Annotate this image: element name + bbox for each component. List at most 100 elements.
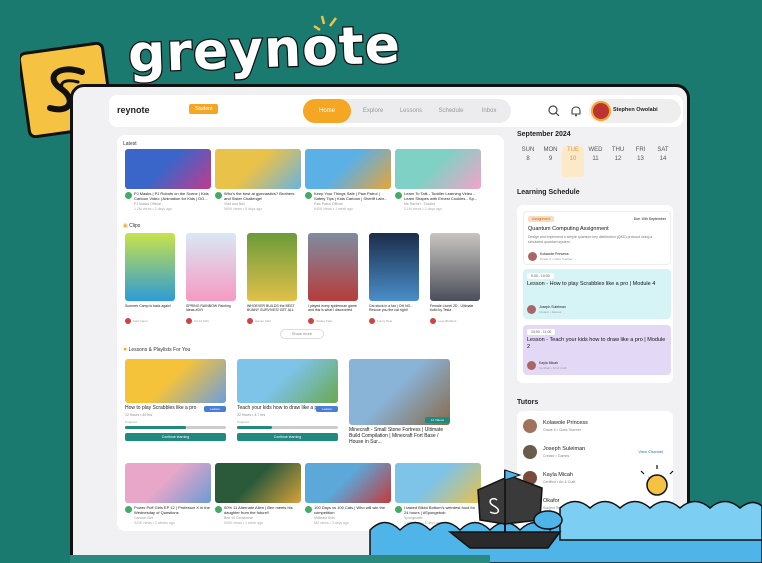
app-window: reynote Student Home Explore Lessons Sch… xyxy=(70,84,690,563)
calendar-day[interactable]: SUN 8 xyxy=(517,147,539,162)
tutor-name[interactable]: Kolawole Princess xyxy=(543,420,588,426)
clip-card[interactable]: I played every spiderman game and this i… xyxy=(308,233,358,330)
lesson-card[interactable]: Minecraft - Small Stone Fortress | Ultim… xyxy=(349,359,450,445)
schedule-title[interactable]: Lesson - How to play Scrabbles like a pr… xyxy=(527,281,667,288)
clip-card[interactable]: Cat stuck in a fan | OH NO - Rescue you … xyxy=(369,233,419,330)
channel-name[interactable]: PJ Masks Official xyxy=(134,202,161,206)
channel-name[interactable]: Ms Rachel - Toddler xyxy=(404,202,435,206)
clip-card[interactable]: WHOEVER BUILDS the BEST BUNNY SURVIVES! … xyxy=(247,233,297,330)
video-title[interactable]: I tasted Bikini Bottom's weirdest food f… xyxy=(404,505,480,515)
clip-card[interactable]: Female Lionel 2D - Ultimate build by Tes… xyxy=(430,233,480,330)
video-card[interactable]: I tasted Bikini Bottom's weirdest food f… xyxy=(395,463,481,525)
user-menu[interactable]: Stephen Owolabi xyxy=(589,99,681,123)
tutor-item[interactable]: Joseph Suleiman Creator • Games View Chann… xyxy=(523,443,671,465)
tutor-item[interactable]: Kayla Micah Certified • Art & Craft View C… xyxy=(523,469,671,491)
clip-title[interactable]: I played every spiderman game and this i… xyxy=(308,304,358,312)
clip-thumbnail[interactable] xyxy=(430,233,480,301)
video-thumbnail[interactable] xyxy=(395,463,481,503)
channel-name[interactable]: Funny Pets xyxy=(377,319,392,323)
video-card[interactable]: Power Puff Girls EP 12 | Professor X in … xyxy=(125,463,211,525)
channel-name[interactable]: Spidey Fans xyxy=(316,319,333,323)
video-title[interactable]: Power Puff Girls EP 12 | Professor X in … xyxy=(134,505,210,515)
schedule-item[interactable]: 9:00 - 10:00 Lesson - How to play Scrabbl… xyxy=(523,269,671,319)
schedule-item[interactable]: Assignment Due 10th September Quantum Comp… xyxy=(523,211,671,265)
nav-lessons[interactable]: Lessons xyxy=(393,99,429,123)
schedule-title[interactable]: Lesson - Teach your kids how to draw lik… xyxy=(527,337,667,351)
channel-name[interactable]: Gamer Kids xyxy=(255,319,271,323)
lesson-title[interactable]: Minecraft - Small Stone Fortress | Ultim… xyxy=(349,427,450,445)
clip-card[interactable]: Summer Camp is back again! Kids Camp xyxy=(125,233,175,330)
channel-name[interactable]: Kids Camp xyxy=(133,319,148,323)
video-title[interactable]: PJ Masks | PJ Robots on the Scene | Kids… xyxy=(134,191,210,201)
video-card[interactable]: Learn To Talk - Toddler Learning Video -… xyxy=(395,149,481,211)
tutor-name[interactable]: Kayla Micah xyxy=(543,472,573,478)
lesson-card[interactable]: How to play Scrabbles like a pro Lesson 12… xyxy=(125,359,226,441)
nav-inbox[interactable]: Inbox xyxy=(471,99,507,123)
video-title[interactable]: Keep Your Things Safe | Paw Patrol | Saf… xyxy=(314,191,390,201)
video-thumbnail[interactable] xyxy=(305,149,391,189)
lesson-thumbnail[interactable] xyxy=(237,359,338,403)
video-thumbnail[interactable] xyxy=(215,149,301,189)
channel-name[interactable]: Art for Kids xyxy=(194,319,209,323)
clip-title[interactable]: WHOEVER BUILDS the BEST BUNNY SURVIVES! … xyxy=(247,304,297,312)
clip-thumbnail[interactable] xyxy=(186,233,236,301)
video-thumbnail[interactable] xyxy=(305,463,391,503)
lesson-card[interactable]: Teach your kids how to draw like a pro Le… xyxy=(237,359,338,441)
video-thumbnail[interactable] xyxy=(125,149,211,189)
app-name[interactable]: reynote xyxy=(117,105,150,115)
channel-name[interactable]: Vlad and Niki xyxy=(224,202,245,206)
nav-schedule[interactable]: Schedule xyxy=(431,99,471,123)
schedule-item[interactable]: 10:00 - 11:00 Lesson - Teach your kids ho… xyxy=(523,325,671,375)
video-title[interactable]: 00% 11 Alternate Alien | Ben meets his d… xyxy=(224,505,300,515)
clip-thumbnail[interactable] xyxy=(369,233,419,301)
nav-home[interactable]: Home xyxy=(303,99,351,123)
video-title[interactable]: Who's the best at gymnastics? Brothers a… xyxy=(224,191,300,201)
view-channel-link[interactable]: View Channel xyxy=(638,449,663,454)
calendar-day[interactable]: WED 11 xyxy=(585,147,607,162)
bell-icon[interactable] xyxy=(569,104,583,118)
tutor-name[interactable]: Okafor xyxy=(543,498,560,504)
clip-thumbnail[interactable] xyxy=(247,233,297,301)
video-title[interactable]: 100 Days vs 100 Cats | Who will win the … xyxy=(314,505,390,515)
calendar-day[interactable]: FRI 13 xyxy=(630,147,652,162)
channel-name[interactable]: Cartoon Net xyxy=(134,516,153,520)
clip-thumbnail[interactable] xyxy=(308,233,358,301)
video-thumbnail[interactable] xyxy=(215,463,301,503)
continue-learning-button[interactable]: Continue learning xyxy=(125,433,226,441)
channel-name[interactable]: Ben 10 Omniverse xyxy=(224,516,253,520)
clip-title[interactable]: Cat stuck in a fan | OH NO - Rescue you … xyxy=(369,304,419,312)
view-channel-link[interactable]: View Ch xyxy=(648,475,663,480)
video-thumbnail[interactable] xyxy=(125,463,211,503)
schedule-title[interactable]: Quantum Computing Assignment xyxy=(528,226,668,233)
clip-title[interactable]: Summer Camp is back again! xyxy=(125,304,175,312)
channel-name[interactable]: Paw Patrol Official xyxy=(314,202,343,206)
continue-learning-button[interactable]: Continue learning xyxy=(237,433,338,441)
clip-title[interactable]: SPRING RAINBOW Painting Ideas #DIY xyxy=(186,304,236,312)
lesson-thumbnail[interactable] xyxy=(125,359,226,403)
video-card[interactable]: 100 Days vs 100 Cats | Who will win the … xyxy=(305,463,391,525)
calendar-day[interactable]: TUE 10 xyxy=(562,147,584,177)
lesson-thumbnail[interactable] xyxy=(349,359,450,425)
show-more-button[interactable]: Show more xyxy=(280,329,324,339)
video-thumbnail[interactable] xyxy=(395,149,481,189)
clip-title[interactable]: Female Lionel 2D - Ultimate build by Tes… xyxy=(430,304,480,312)
channel-name[interactable]: Lego Builders xyxy=(438,319,456,323)
calendar-day[interactable]: THU 12 xyxy=(607,147,629,162)
search-icon[interactable] xyxy=(547,104,561,118)
clip-card[interactable]: SPRING RAINBOW Painting Ideas #DIY Art fo… xyxy=(186,233,236,330)
nav-explore[interactable]: Explore xyxy=(355,99,391,123)
calendar-day[interactable]: SAT 14 xyxy=(652,147,674,162)
tutor-item[interactable]: Kolawole Princess Grade 6 • Class Teacher xyxy=(523,417,671,439)
video-card[interactable]: PJ Masks | PJ Robots on the Scene | Kids… xyxy=(125,149,211,211)
channel-name[interactable]: MrBeast Kids xyxy=(314,516,335,520)
video-stats: 980K views • 5 days ago xyxy=(224,207,263,211)
calendar-day[interactable]: MON 9 xyxy=(540,147,562,162)
video-title[interactable]: Learn To Talk - Toddler Learning Video -… xyxy=(404,191,480,201)
clip-thumbnail[interactable] xyxy=(125,233,175,301)
tutor-name[interactable]: Joseph Suleiman xyxy=(543,446,585,452)
tutor-item[interactable]: Okafor Subject Teacher xyxy=(523,495,671,517)
video-card[interactable]: 00% 11 Alternate Alien | Ben meets his d… xyxy=(215,463,301,525)
channel-name[interactable]: Spongeweb xyxy=(404,516,423,520)
video-card[interactable]: Keep Your Things Safe | Paw Patrol | Saf… xyxy=(305,149,391,211)
video-card[interactable]: Who's the best at gymnastics? Brothers a… xyxy=(215,149,301,211)
